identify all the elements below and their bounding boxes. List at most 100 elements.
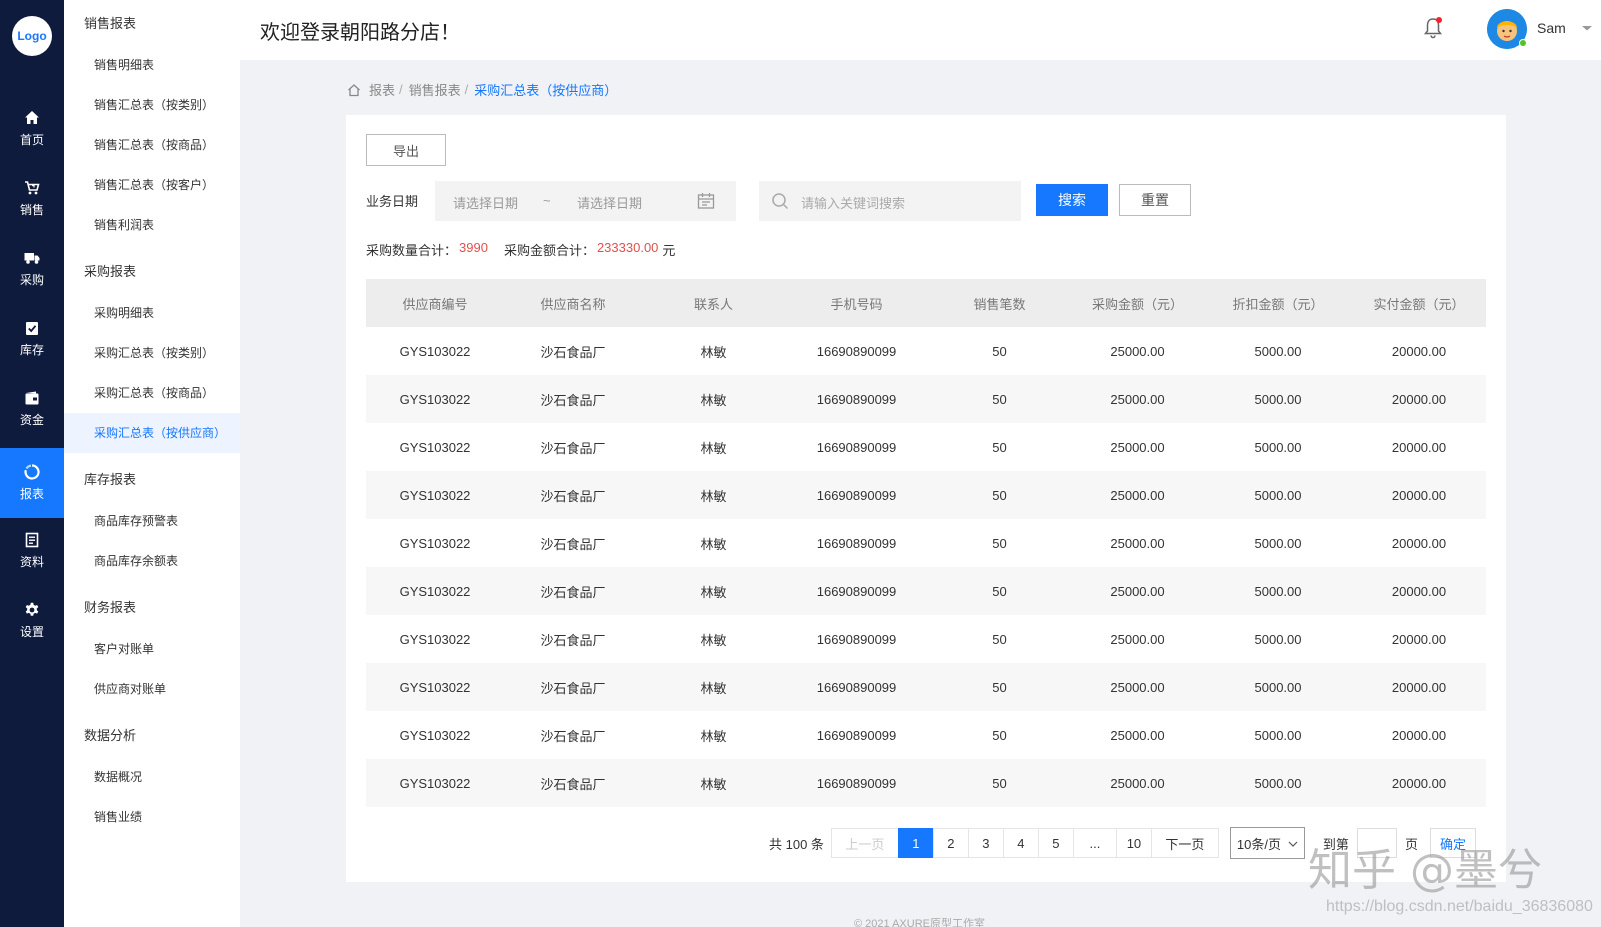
rail-item-reports[interactable]: 报表 [0, 448, 64, 518]
amount-total-label: 采购金额合计： [503, 243, 595, 258]
table-cell: 16690890099 [816, 679, 897, 695]
reset-button[interactable]: 重置 [1119, 184, 1191, 216]
username[interactable]: Sam [1537, 20, 1566, 36]
rail-item-settings[interactable]: 设置 [0, 586, 64, 656]
table-cell: 25000.00 [1110, 631, 1165, 647]
table-cell: 20000.00 [1391, 391, 1447, 407]
chevron-down-icon[interactable] [1581, 22, 1593, 34]
table-cell: GYS103022 [399, 631, 471, 647]
table-cell: 16690890099 [816, 727, 897, 743]
page-button-2[interactable]: 2 [932, 828, 969, 858]
table-row: GYS103022 沙石食品厂 林敏 16690890099 50 25000.00 500… [366, 471, 1486, 519]
search-placeholder: 请输入关键词搜索 [801, 196, 906, 211]
table-cell: GYS103022 [399, 775, 471, 791]
table-cell: 25000.00 [1110, 487, 1165, 503]
submenu-item[interactable]: 商品库存预警表 [64, 501, 240, 541]
next-page-button[interactable]: 下一页 [1150, 828, 1219, 858]
submenu-item[interactable]: 销售业绩 [64, 797, 240, 837]
rail-item-data[interactable]: 资料 [0, 516, 64, 586]
rail-item-home[interactable]: 首页 [0, 94, 64, 164]
table-cell: GYS103022 [399, 343, 471, 359]
table-cell: 沙石食品厂 [540, 632, 606, 648]
table-cell: 25000.00 [1110, 391, 1165, 407]
search-button[interactable]: 搜索 [1036, 184, 1108, 216]
chart-ring-icon [24, 464, 40, 480]
table-cell: 林敏 [700, 440, 727, 456]
table-cell: 20000.00 [1391, 631, 1447, 647]
column-header: 销售笔数 [973, 296, 1026, 312]
rail-label: 设置 [19, 625, 44, 639]
table-cell: GYS103022 [399, 487, 471, 503]
breadcrumb-current: 采购汇总表（按供应商） [474, 83, 618, 98]
prev-page-button[interactable]: 上一页 [830, 828, 899, 858]
submenu-item[interactable]: 数据概况 [64, 757, 240, 797]
rail-label: 库存 [19, 343, 44, 357]
breadcrumb-item[interactable]: 销售报表 [409, 80, 461, 99]
table-cell: 50 [992, 679, 1007, 695]
home-icon[interactable] [347, 83, 361, 97]
table-cell: 5000.00 [1254, 583, 1302, 599]
submenu-item[interactable]: 采购明细表 [64, 293, 240, 333]
rail-label: 资料 [19, 555, 44, 569]
rail-item-inventory[interactable]: 库存 [0, 304, 64, 374]
submenu-item-active[interactable]: 采购汇总表（按供应商） [64, 413, 240, 453]
rail-item-sales[interactable]: 销售 [0, 164, 64, 234]
calendar-icon[interactable] [697, 192, 715, 210]
page-ellipsis[interactable]: ... [1072, 828, 1117, 858]
submenu-item[interactable]: 销售明细表 [64, 45, 240, 85]
table-cell: 50 [992, 583, 1007, 599]
table-cell: 林敏 [700, 632, 727, 648]
submenu-item[interactable]: 销售汇总表（按类别） [64, 85, 240, 125]
table-cell: 20000.00 [1391, 679, 1447, 695]
gear-icon [25, 602, 39, 616]
table-row: GYS103022 沙石食品厂 林敏 16690890099 50 25000.00 500… [366, 375, 1486, 423]
page-button-4[interactable]: 4 [1002, 828, 1039, 858]
rail-item-funds[interactable]: 资金 [0, 374, 64, 444]
end-date-input[interactable]: 请选择日期 [577, 193, 642, 212]
table-cell: 16690890099 [816, 775, 897, 791]
search-input[interactable]: 请输入关键词搜索 [759, 181, 1021, 221]
table-cell: 50 [992, 487, 1007, 503]
rail-label: 销售 [19, 203, 44, 217]
table-cell: 20000.00 [1391, 775, 1447, 791]
submenu-item[interactable]: 销售汇总表（按商品） [64, 125, 240, 165]
table-cell: 50 [992, 439, 1007, 455]
welcome-title: 欢迎登录朝阳路分店！ [260, 22, 460, 44]
submenu-item[interactable]: 客户对账单 [64, 629, 240, 669]
table-cell: 沙石食品厂 [540, 776, 606, 792]
rail-label: 首页 [19, 133, 44, 147]
table-row: GYS103022 沙石食品厂 林敏 16690890099 50 25000.00 500… [366, 519, 1486, 567]
export-button[interactable]: 导出 [366, 134, 446, 166]
start-date-input[interactable]: 请选择日期 [453, 193, 518, 212]
notification-dot [1436, 17, 1442, 23]
table-cell: 5000.00 [1254, 343, 1302, 359]
table-header: 供应商编号 供应商名称 联系人 手机号码 销售笔数 采购金额（元） 折扣金额（元… [366, 279, 1486, 327]
submenu-item[interactable]: 供应商对账单 [64, 669, 240, 709]
rail-item-purchase[interactable]: 采购 [0, 234, 64, 304]
page-button-3[interactable]: 3 [967, 828, 1004, 858]
chevron-down-icon [1288, 841, 1298, 847]
submenu-item[interactable]: 商品库存余额表 [64, 541, 240, 581]
logo: Logo [12, 16, 52, 56]
submenu-item[interactable]: 销售利润表 [64, 205, 240, 245]
page-size-select[interactable]: 10条/页 [1229, 827, 1305, 859]
notification-bell[interactable] [1422, 16, 1444, 40]
total-count: 共 100 条 [769, 836, 824, 852]
submenu-item[interactable]: 采购汇总表（按商品） [64, 373, 240, 413]
table-cell: 林敏 [700, 680, 727, 696]
page-button-10[interactable]: 10 [1115, 828, 1152, 858]
page-button-5[interactable]: 5 [1037, 828, 1074, 858]
date-filter-label: 业务日期 [366, 194, 419, 209]
rail-label: 采购 [19, 273, 44, 287]
table-cell: 16690890099 [816, 583, 897, 599]
table-row: GYS103022 沙石食品厂 林敏 16690890099 50 25000.00 500… [366, 423, 1486, 471]
submenu-item[interactable]: 采购汇总表（按类别） [64, 333, 240, 373]
page-button-1[interactable]: 1 [897, 828, 934, 858]
table-row: GYS103022 沙石食品厂 林敏 16690890099 50 25000.00 500… [366, 327, 1486, 375]
breadcrumb-item[interactable]: 报表 [369, 80, 395, 99]
home-icon [25, 111, 39, 124]
submenu-item[interactable]: 销售汇总表（按客户） [64, 165, 240, 205]
date-range-picker[interactable]: 请选择日期 ~ 请选择日期 [435, 181, 736, 221]
table-cell: 20000.00 [1391, 343, 1447, 359]
report-card: 导出 业务日期 请选择日期 ~ 请选择日期 请输入关键词搜索 搜索 重置 采购数… [346, 115, 1506, 882]
